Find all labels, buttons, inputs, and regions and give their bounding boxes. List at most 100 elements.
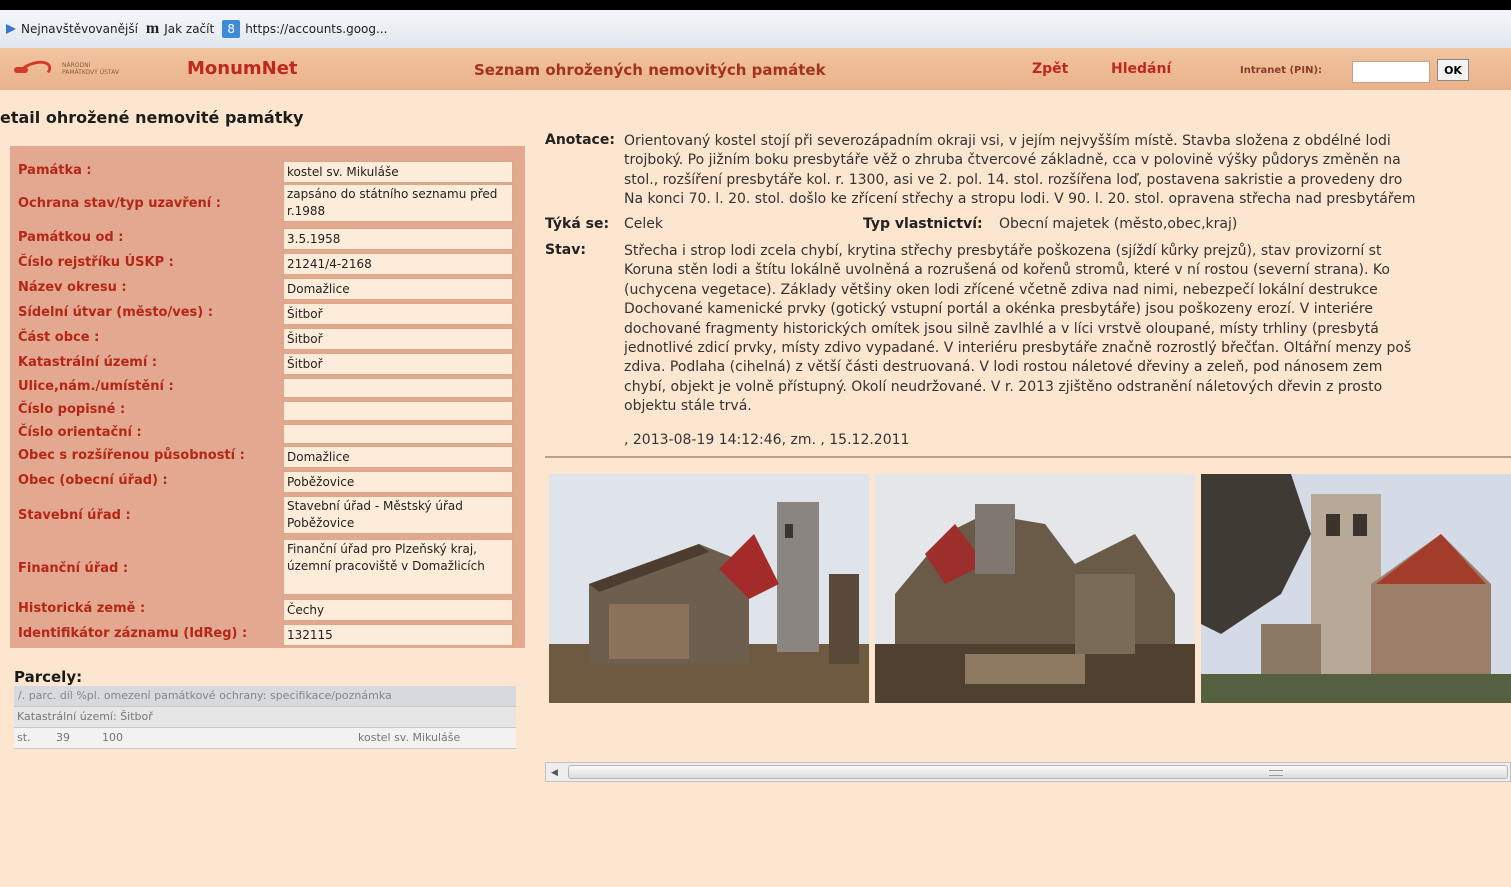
logo-text-icon: národní památkový ústav (62, 62, 119, 76)
field-value: Domažlice (283, 446, 513, 468)
field-value: 3.5.1958 (283, 228, 513, 250)
field-label: Číslo orientační : (18, 425, 142, 440)
text-line: stol., rozšíření presbytáře kol. r. 1300… (624, 171, 1403, 188)
field-label: Ulice,nám./umístění : (18, 379, 174, 394)
ownership-label: Typ vlastnictví: (863, 216, 983, 232)
page-title: etail ohrožené nemovité památky (0, 108, 304, 127)
field-label: Stavební úřad : (18, 508, 131, 523)
field-label: Obec s rozšířenou působností : (18, 448, 245, 463)
parcely-title: Parcely: (14, 668, 83, 686)
stav-text: Střecha i strop lodi zcela chybí, krytin… (624, 242, 1511, 417)
bookmark-most-visited[interactable]: Nejnavštěvovanější (6, 22, 138, 36)
field-value: Poběžovice (283, 471, 513, 493)
field-label: Název okresu : (18, 280, 127, 295)
cadastral-area: Katastrální území: Šitboř (17, 710, 153, 723)
text-line: Dochované kamenické prvky (gotický vstup… (624, 301, 1373, 318)
field-label: Identifikátor záznamu (IdReg) : (18, 626, 248, 641)
tyka-se-label: Týká se: (545, 216, 610, 232)
pin-input[interactable] (1352, 61, 1430, 83)
field-label: Obec (obecní úřad) : (18, 473, 168, 488)
field-value (283, 424, 513, 444)
field-value: Šitboř (283, 353, 513, 375)
scrollbar-thumb[interactable] (568, 765, 1508, 779)
npu-logo[interactable]: národní památkový ústav (14, 54, 129, 84)
text-line: Střecha i strop lodi zcela chybí, krytin… (624, 243, 1382, 259)
tyka-se-value: Celek (624, 216, 663, 232)
table-subheader-row: Katastrální území: Šitboř (14, 707, 516, 728)
field-value: Stavební úřad - Městský úřad Poběžovice (283, 496, 513, 534)
pin-label: Intranet (PIN): (1240, 65, 1323, 76)
text-line: objektu stále trvá. (624, 398, 752, 415)
table-row[interactable]: st. 39 100 kostel sv. Mikuláše (14, 728, 516, 749)
table-header: /. parc. díl %pl. omezení památkové ochr… (18, 689, 392, 702)
parcel-note: kostel sv. Mikuláše (358, 731, 461, 744)
field-value: 132115 (283, 624, 513, 646)
field-value (283, 378, 513, 398)
field-value: zapsáno do státního seznamu před r.1988 (283, 184, 513, 222)
parcel-type: st. (17, 731, 31, 744)
parcel-number: 39 (56, 731, 70, 744)
bookmarks-bar: Nejnavštěvovanější m Jak začít 8 https:/… (0, 10, 1511, 48)
field-label: Historická země : (18, 601, 146, 616)
grip-icon (1269, 770, 1283, 776)
field-label: Památkou od : (18, 230, 124, 245)
bookmark-label: Nejnavštěvovanější (21, 22, 138, 36)
text-line: chybí, objekt je volně přístupný. Okolí … (624, 378, 1383, 395)
bookmark-label: https://accounts.goog... (245, 22, 388, 36)
text-line: zdiva. Podlaha (cihelná) z větší části d… (624, 359, 1383, 376)
field-label: Katastrální území : (18, 355, 158, 370)
record-timestamp: , 2013-08-19 14:12:46, zm. , 15.12.2011 (624, 432, 910, 448)
google-8-icon: 8 (222, 20, 241, 38)
text-line: jednotlivé zdicí prvky, místy zdivo vypa… (624, 340, 1412, 357)
gallery-scrollbar[interactable]: ◀ (545, 762, 1511, 782)
text-line: (uchycena vegetace). Základy většiny oke… (624, 281, 1378, 298)
parcels-table: /. parc. díl %pl. omezení památkové ochr… (14, 686, 516, 749)
header-title: Seznam ohrožených nemovitých památek (474, 61, 826, 79)
text-line: trojboký. Po jižním boku presbytáře věž … (624, 152, 1401, 169)
church-photo-2[interactable] (875, 474, 1195, 703)
m-logo-icon: m (145, 20, 160, 37)
section-divider (545, 456, 1511, 458)
bookmark-getting-started[interactable]: m Jak začít (146, 20, 214, 38)
field-label: Číslo popisné : (18, 402, 126, 417)
text-line: Na konci 70. l. 20. stol. došlo ke zříce… (624, 191, 1416, 208)
back-link[interactable]: Zpět (1032, 61, 1068, 77)
church-photo-3[interactable] (1201, 474, 1511, 703)
anotace-label: Anotace: (545, 132, 615, 148)
site-header: národní památkový ústav MonumNet Seznam … (0, 48, 1511, 90)
ok-button[interactable]: OK (1437, 59, 1469, 81)
monument-detail-form: Památka : kostel sv. Mikuláše Ochrana sta… (10, 146, 525, 648)
bookmark-google-accounts[interactable]: 8 https://accounts.goog... (222, 20, 387, 38)
field-value: 21241/4-2168 (283, 253, 513, 275)
field-value: Domažlice (283, 278, 513, 300)
anotace-text: Orientovaný kostel stojí při severozápad… (624, 132, 1511, 210)
field-value: Finanční úřad pro Plzeňský kraj, územní … (283, 539, 513, 595)
bookmark-label: Jak začít (164, 22, 215, 36)
field-value: Šitboř (283, 328, 513, 350)
field-value (283, 401, 513, 421)
field-label: Číslo rejstříku ÚSKP : (18, 255, 174, 270)
field-value: Šitboř (283, 303, 513, 325)
brand-title[interactable]: MonumNet (187, 58, 298, 79)
search-link[interactable]: Hledání (1111, 61, 1171, 77)
table-header-row: /. parc. díl %pl. omezení památkové ochr… (14, 686, 516, 707)
browser-page: Nejnavštěvovanější m Jak začít 8 https:/… (0, 10, 1511, 887)
arrow-icon (6, 24, 16, 34)
scroll-left-icon[interactable]: ◀ (551, 768, 558, 778)
field-value: kostel sv. Mikuláše (283, 161, 513, 183)
stav-label: Stav: (545, 242, 586, 258)
field-label: Ochrana stav/typ uzavření : (18, 196, 221, 211)
text-line: Orientovaný kostel stojí při severozápad… (624, 133, 1391, 149)
ownership-value: Obecní majetek (město,obec,kraj) (999, 216, 1238, 232)
field-label: Část obce : (18, 330, 100, 345)
field-label: Sídelní útvar (město/ves) : (18, 305, 213, 320)
field-label: Finanční úřad : (18, 561, 129, 576)
logo-icon (14, 58, 54, 80)
parcel-share: 100 (102, 731, 123, 744)
photo-gallery (545, 474, 1511, 709)
field-label: Památka : (18, 163, 92, 178)
text-line: dochované fragmenty historických omítek … (624, 320, 1379, 337)
field-value: Čechy (283, 599, 513, 621)
text-line: Koruna stěn lodi a štítu lokálně uvolněn… (624, 262, 1390, 279)
church-photo-1[interactable] (549, 474, 869, 703)
